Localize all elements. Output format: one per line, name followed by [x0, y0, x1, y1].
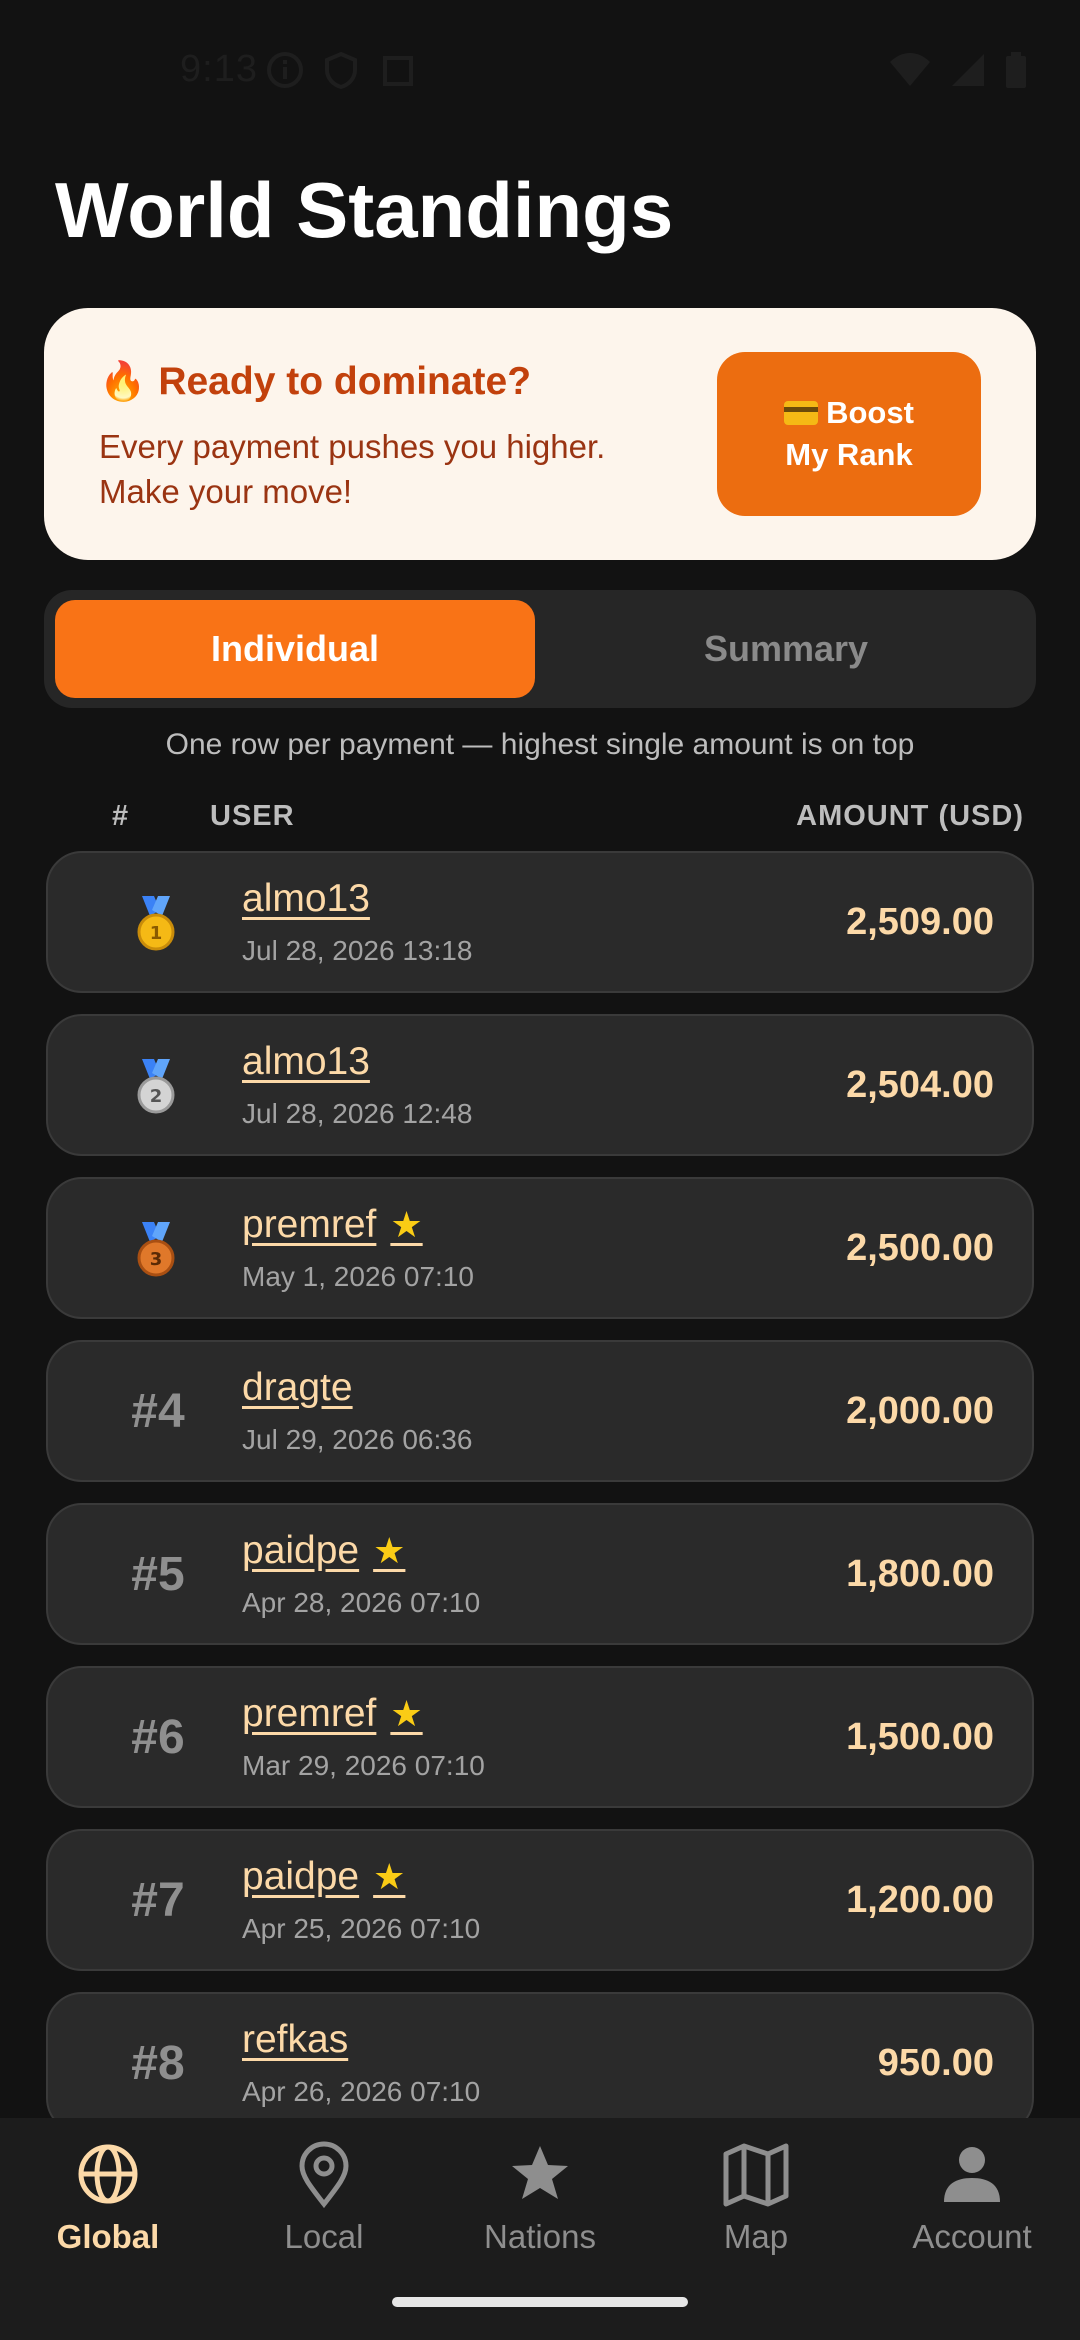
- row-timestamp: May 1, 2026 07:10: [242, 1261, 474, 1292]
- home-indicator[interactable]: [392, 2297, 688, 2307]
- bronze-medal-icon: 3: [137, 1222, 175, 1277]
- promo-card: 🔥 Ready to dominate? Every payment pushe…: [44, 308, 1036, 560]
- page-title: World Standings: [55, 166, 674, 254]
- table-row[interactable]: #8 refkas Apr 26, 2026 07:10 950.00: [46, 1992, 1034, 2134]
- wifi-icon: [890, 53, 930, 86]
- row-amount: 1,200.00: [846, 1878, 994, 1921]
- row-timestamp: Jul 29, 2026 06:36: [242, 1424, 473, 1455]
- boost-label-line1: Boost: [826, 395, 914, 430]
- table-row[interactable]: #6 premref ★ Mar 29, 2026 07:10 1,500.00: [46, 1666, 1034, 1808]
- globe-icon: [78, 2144, 138, 2204]
- row-rank: #7: [131, 1873, 185, 1927]
- list-description: One row per payment — highest single amo…: [165, 728, 915, 761]
- status-time: 9:13: [180, 48, 258, 90]
- column-header-amount: AMOUNT (USD): [796, 800, 1024, 832]
- battery-icon: [1006, 52, 1026, 88]
- credit-card-icon: [784, 401, 819, 425]
- row-username[interactable]: refkas: [242, 2018, 348, 2062]
- table-row[interactable]: #4 dragte Jul 29, 2026 06:36 2,000.00: [46, 1340, 1034, 1482]
- map-icon: [723, 2143, 789, 2207]
- row-amount: 2,504.00: [846, 1063, 994, 1106]
- username-link[interactable]: refkas: [242, 2018, 348, 2062]
- status-bar: 9:13: [0, 0, 1080, 140]
- view-toggle: Individual Summary: [44, 590, 1036, 708]
- row-username[interactable]: premref ★: [242, 1692, 423, 1736]
- username-link[interactable]: paidpe: [242, 1529, 359, 1573]
- gold-medal-icon: 1: [137, 896, 175, 951]
- boost-label-line2: My Rank: [785, 437, 913, 472]
- column-header-rank: #: [112, 800, 130, 832]
- promo-body: Every payment pushes you higher. Make yo…: [99, 428, 606, 510]
- row-amount: 2,500.00: [846, 1226, 994, 1269]
- fire-icon: 🔥: [99, 361, 147, 403]
- row-username[interactable]: paidpe ★: [242, 1855, 405, 1899]
- tab-summary[interactable]: Summary: [546, 600, 1026, 698]
- row-username[interactable]: paidpe ★: [242, 1529, 405, 1573]
- username-link[interactable]: premref: [242, 1203, 376, 1247]
- star-icon: [512, 2146, 568, 2199]
- row-username[interactable]: premref ★: [242, 1203, 423, 1247]
- status-icons-left: [265, 50, 417, 90]
- username-link[interactable]: paidpe: [242, 1855, 359, 1899]
- star-icon: ★: [390, 1204, 423, 1245]
- nav-local[interactable]: Local: [216, 2138, 432, 2278]
- nav-nations[interactable]: Nations: [432, 2138, 648, 2278]
- row-amount: 2,509.00: [846, 900, 994, 943]
- star-icon: ★: [390, 1693, 423, 1734]
- medal-number: 3: [150, 1249, 163, 1270]
- row-timestamp: Apr 25, 2026 07:10: [242, 1913, 481, 1944]
- silver-medal-icon: 2: [137, 1059, 175, 1114]
- row-username[interactable]: almo13: [242, 1040, 370, 1084]
- promo-heading: 🔥 Ready to dominate?: [99, 360, 531, 404]
- table-row[interactable]: 1 almo13 Jul 28, 2026 13:18 2,509.00: [46, 851, 1034, 993]
- nav-label: Account: [912, 2218, 1032, 2255]
- shield-icon: [325, 51, 357, 90]
- username-link[interactable]: dragte: [242, 1366, 353, 1410]
- table-row[interactable]: 3 premref ★ May 1, 2026 07:10 2,500.00: [46, 1177, 1034, 1319]
- row-username[interactable]: almo13: [242, 877, 370, 921]
- star-icon: ★: [373, 1856, 406, 1897]
- screenshot-icon: [383, 56, 413, 86]
- star-icon: ★: [373, 1530, 406, 1571]
- info-icon: [267, 52, 303, 88]
- nav-global[interactable]: Global: [0, 2138, 216, 2278]
- row-timestamp: Jul 28, 2026 13:18: [242, 935, 473, 966]
- row-timestamp: Mar 29, 2026 07:10: [242, 1750, 485, 1781]
- nav-label: Global: [56, 2218, 160, 2255]
- column-header-user: USER: [210, 800, 295, 832]
- promo-heading-text: Ready to dominate?: [158, 360, 532, 403]
- nav-map[interactable]: Map: [648, 2138, 864, 2278]
- row-timestamp: Jul 28, 2026 12:48: [242, 1098, 473, 1129]
- location-pin-icon: [299, 2141, 349, 2209]
- username-link[interactable]: almo13: [242, 877, 370, 921]
- row-rank: #5: [131, 1547, 185, 1601]
- username-link[interactable]: almo13: [242, 1040, 370, 1084]
- person-icon: [944, 2147, 1000, 2202]
- row-amount: 1,800.00: [846, 1552, 994, 1595]
- row-amount: 1,500.00: [846, 1715, 994, 1758]
- row-amount: 950.00: [877, 2041, 994, 2084]
- medal-number: 2: [150, 1086, 163, 1107]
- nav-account[interactable]: Account: [864, 2138, 1080, 2278]
- status-icons-right: [888, 50, 1028, 90]
- boost-rank-button[interactable]: Boost My Rank: [717, 352, 981, 516]
- table-row[interactable]: 2 almo13 Jul 28, 2026 12:48 2,504.00: [46, 1014, 1034, 1156]
- table-row[interactable]: #7 paidpe ★ Apr 25, 2026 07:10 1,200.00: [46, 1829, 1034, 1971]
- row-rank: #8: [131, 2036, 185, 2090]
- nav-label: Nations: [484, 2218, 596, 2255]
- username-link[interactable]: premref: [242, 1692, 376, 1736]
- medal-number: 1: [150, 923, 163, 944]
- table-row[interactable]: #5 paidpe ★ Apr 28, 2026 07:10 1,800.00: [46, 1503, 1034, 1645]
- row-rank: #4: [131, 1384, 185, 1438]
- signal-icon: [952, 54, 984, 86]
- row-rank: #6: [131, 1710, 185, 1764]
- row-amount: 2,000.00: [846, 1389, 994, 1432]
- row-timestamp: Apr 28, 2026 07:10: [242, 1587, 481, 1618]
- tab-individual[interactable]: Individual: [55, 600, 535, 698]
- row-timestamp: Apr 26, 2026 07:10: [242, 2076, 481, 2107]
- nav-label: Map: [723, 2218, 789, 2255]
- row-username[interactable]: dragte: [242, 1366, 353, 1410]
- nav-label: Local: [284, 2218, 364, 2255]
